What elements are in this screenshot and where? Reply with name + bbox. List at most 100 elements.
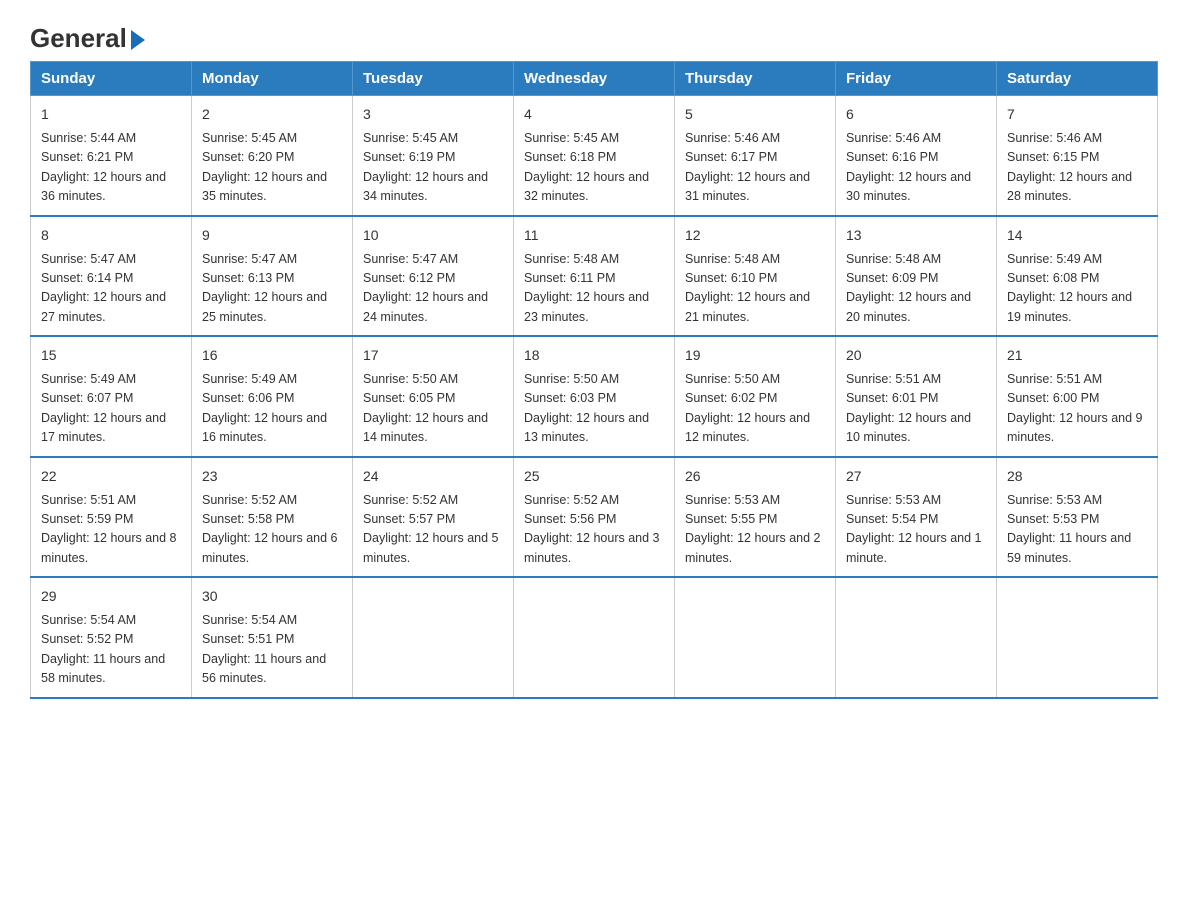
day-info: Sunrise: 5:49 AM Sunset: 6:06 PM Dayligh… bbox=[202, 370, 342, 448]
day-number: 13 bbox=[846, 225, 986, 246]
day-number: 25 bbox=[524, 466, 664, 487]
day-info: Sunrise: 5:54 AM Sunset: 5:51 PM Dayligh… bbox=[202, 611, 342, 689]
weekday-header-tuesday: Tuesday bbox=[353, 62, 514, 96]
day-info: Sunrise: 5:52 AM Sunset: 5:57 PM Dayligh… bbox=[363, 491, 503, 569]
weekday-header-friday: Friday bbox=[836, 62, 997, 96]
day-number: 1 bbox=[41, 104, 181, 125]
day-number: 6 bbox=[846, 104, 986, 125]
day-info: Sunrise: 5:51 AM Sunset: 6:01 PM Dayligh… bbox=[846, 370, 986, 448]
weekday-header-wednesday: Wednesday bbox=[514, 62, 675, 96]
day-info: Sunrise: 5:53 AM Sunset: 5:55 PM Dayligh… bbox=[685, 491, 825, 569]
page-header: General bbox=[30, 20, 1158, 51]
weekday-header-row: SundayMondayTuesdayWednesdayThursdayFrid… bbox=[31, 62, 1158, 96]
day-number: 19 bbox=[685, 345, 825, 366]
day-info: Sunrise: 5:48 AM Sunset: 6:09 PM Dayligh… bbox=[846, 250, 986, 328]
day-info: Sunrise: 5:48 AM Sunset: 6:11 PM Dayligh… bbox=[524, 250, 664, 328]
day-number: 9 bbox=[202, 225, 342, 246]
week-row-5: 29 Sunrise: 5:54 AM Sunset: 5:52 PM Dayl… bbox=[31, 577, 1158, 698]
day-info: Sunrise: 5:47 AM Sunset: 6:14 PM Dayligh… bbox=[41, 250, 181, 328]
day-number: 5 bbox=[685, 104, 825, 125]
day-info: Sunrise: 5:50 AM Sunset: 6:05 PM Dayligh… bbox=[363, 370, 503, 448]
day-info: Sunrise: 5:53 AM Sunset: 5:53 PM Dayligh… bbox=[1007, 491, 1147, 569]
day-info: Sunrise: 5:53 AM Sunset: 5:54 PM Dayligh… bbox=[846, 491, 986, 569]
day-info: Sunrise: 5:47 AM Sunset: 6:12 PM Dayligh… bbox=[363, 250, 503, 328]
day-number: 22 bbox=[41, 466, 181, 487]
day-info: Sunrise: 5:50 AM Sunset: 6:03 PM Dayligh… bbox=[524, 370, 664, 448]
day-info: Sunrise: 5:51 AM Sunset: 6:00 PM Dayligh… bbox=[1007, 370, 1147, 448]
day-number: 14 bbox=[1007, 225, 1147, 246]
day-number: 3 bbox=[363, 104, 503, 125]
day-number: 12 bbox=[685, 225, 825, 246]
day-number: 30 bbox=[202, 586, 342, 607]
day-number: 17 bbox=[363, 345, 503, 366]
calendar-cell: 2 Sunrise: 5:45 AM Sunset: 6:20 PM Dayli… bbox=[192, 96, 353, 216]
logo: General bbox=[30, 20, 145, 51]
week-row-2: 8 Sunrise: 5:47 AM Sunset: 6:14 PM Dayli… bbox=[31, 216, 1158, 337]
week-row-1: 1 Sunrise: 5:44 AM Sunset: 6:21 PM Dayli… bbox=[31, 96, 1158, 216]
day-info: Sunrise: 5:50 AM Sunset: 6:02 PM Dayligh… bbox=[685, 370, 825, 448]
calendar-cell: 28 Sunrise: 5:53 AM Sunset: 5:53 PM Dayl… bbox=[997, 457, 1158, 578]
day-number: 10 bbox=[363, 225, 503, 246]
calendar-cell: 19 Sunrise: 5:50 AM Sunset: 6:02 PM Dayl… bbox=[675, 336, 836, 457]
day-number: 21 bbox=[1007, 345, 1147, 366]
day-info: Sunrise: 5:46 AM Sunset: 6:17 PM Dayligh… bbox=[685, 129, 825, 207]
day-info: Sunrise: 5:54 AM Sunset: 5:52 PM Dayligh… bbox=[41, 611, 181, 689]
day-number: 11 bbox=[524, 225, 664, 246]
day-info: Sunrise: 5:45 AM Sunset: 6:18 PM Dayligh… bbox=[524, 129, 664, 207]
day-number: 2 bbox=[202, 104, 342, 125]
calendar-cell: 15 Sunrise: 5:49 AM Sunset: 6:07 PM Dayl… bbox=[31, 336, 192, 457]
day-number: 7 bbox=[1007, 104, 1147, 125]
calendar-cell: 16 Sunrise: 5:49 AM Sunset: 6:06 PM Dayl… bbox=[192, 336, 353, 457]
calendar-cell: 23 Sunrise: 5:52 AM Sunset: 5:58 PM Dayl… bbox=[192, 457, 353, 578]
week-row-4: 22 Sunrise: 5:51 AM Sunset: 5:59 PM Dayl… bbox=[31, 457, 1158, 578]
day-number: 8 bbox=[41, 225, 181, 246]
calendar-cell: 1 Sunrise: 5:44 AM Sunset: 6:21 PM Dayli… bbox=[31, 96, 192, 216]
day-number: 18 bbox=[524, 345, 664, 366]
calendar-table: SundayMondayTuesdayWednesdayThursdayFrid… bbox=[30, 61, 1158, 699]
calendar-cell: 24 Sunrise: 5:52 AM Sunset: 5:57 PM Dayl… bbox=[353, 457, 514, 578]
logo-general-text: General bbox=[30, 25, 145, 51]
day-info: Sunrise: 5:49 AM Sunset: 6:08 PM Dayligh… bbox=[1007, 250, 1147, 328]
day-number: 16 bbox=[202, 345, 342, 366]
calendar-cell: 8 Sunrise: 5:47 AM Sunset: 6:14 PM Dayli… bbox=[31, 216, 192, 337]
weekday-header-sunday: Sunday bbox=[31, 62, 192, 96]
calendar-cell: 7 Sunrise: 5:46 AM Sunset: 6:15 PM Dayli… bbox=[997, 96, 1158, 216]
calendar-cell: 11 Sunrise: 5:48 AM Sunset: 6:11 PM Dayl… bbox=[514, 216, 675, 337]
weekday-header-thursday: Thursday bbox=[675, 62, 836, 96]
calendar-cell: 5 Sunrise: 5:46 AM Sunset: 6:17 PM Dayli… bbox=[675, 96, 836, 216]
day-number: 15 bbox=[41, 345, 181, 366]
calendar-cell: 30 Sunrise: 5:54 AM Sunset: 5:51 PM Dayl… bbox=[192, 577, 353, 698]
day-info: Sunrise: 5:45 AM Sunset: 6:19 PM Dayligh… bbox=[363, 129, 503, 207]
day-info: Sunrise: 5:45 AM Sunset: 6:20 PM Dayligh… bbox=[202, 129, 342, 207]
day-info: Sunrise: 5:47 AM Sunset: 6:13 PM Dayligh… bbox=[202, 250, 342, 328]
calendar-cell: 13 Sunrise: 5:48 AM Sunset: 6:09 PM Dayl… bbox=[836, 216, 997, 337]
day-info: Sunrise: 5:48 AM Sunset: 6:10 PM Dayligh… bbox=[685, 250, 825, 328]
calendar-cell bbox=[675, 577, 836, 698]
calendar-cell bbox=[514, 577, 675, 698]
calendar-cell bbox=[836, 577, 997, 698]
day-info: Sunrise: 5:52 AM Sunset: 5:58 PM Dayligh… bbox=[202, 491, 342, 569]
calendar-cell: 17 Sunrise: 5:50 AM Sunset: 6:05 PM Dayl… bbox=[353, 336, 514, 457]
calendar-cell: 6 Sunrise: 5:46 AM Sunset: 6:16 PM Dayli… bbox=[836, 96, 997, 216]
calendar-cell: 4 Sunrise: 5:45 AM Sunset: 6:18 PM Dayli… bbox=[514, 96, 675, 216]
day-number: 28 bbox=[1007, 466, 1147, 487]
calendar-cell: 25 Sunrise: 5:52 AM Sunset: 5:56 PM Dayl… bbox=[514, 457, 675, 578]
weekday-header-monday: Monday bbox=[192, 62, 353, 96]
calendar-cell: 20 Sunrise: 5:51 AM Sunset: 6:01 PM Dayl… bbox=[836, 336, 997, 457]
calendar-cell: 10 Sunrise: 5:47 AM Sunset: 6:12 PM Dayl… bbox=[353, 216, 514, 337]
calendar-cell: 27 Sunrise: 5:53 AM Sunset: 5:54 PM Dayl… bbox=[836, 457, 997, 578]
calendar-cell: 18 Sunrise: 5:50 AM Sunset: 6:03 PM Dayl… bbox=[514, 336, 675, 457]
day-info: Sunrise: 5:44 AM Sunset: 6:21 PM Dayligh… bbox=[41, 129, 181, 207]
day-number: 29 bbox=[41, 586, 181, 607]
calendar-cell: 14 Sunrise: 5:49 AM Sunset: 6:08 PM Dayl… bbox=[997, 216, 1158, 337]
day-info: Sunrise: 5:46 AM Sunset: 6:15 PM Dayligh… bbox=[1007, 129, 1147, 207]
day-info: Sunrise: 5:52 AM Sunset: 5:56 PM Dayligh… bbox=[524, 491, 664, 569]
day-number: 26 bbox=[685, 466, 825, 487]
calendar-cell: 9 Sunrise: 5:47 AM Sunset: 6:13 PM Dayli… bbox=[192, 216, 353, 337]
day-number: 4 bbox=[524, 104, 664, 125]
day-number: 23 bbox=[202, 466, 342, 487]
day-info: Sunrise: 5:46 AM Sunset: 6:16 PM Dayligh… bbox=[846, 129, 986, 207]
day-number: 27 bbox=[846, 466, 986, 487]
week-row-3: 15 Sunrise: 5:49 AM Sunset: 6:07 PM Dayl… bbox=[31, 336, 1158, 457]
day-number: 24 bbox=[363, 466, 503, 487]
